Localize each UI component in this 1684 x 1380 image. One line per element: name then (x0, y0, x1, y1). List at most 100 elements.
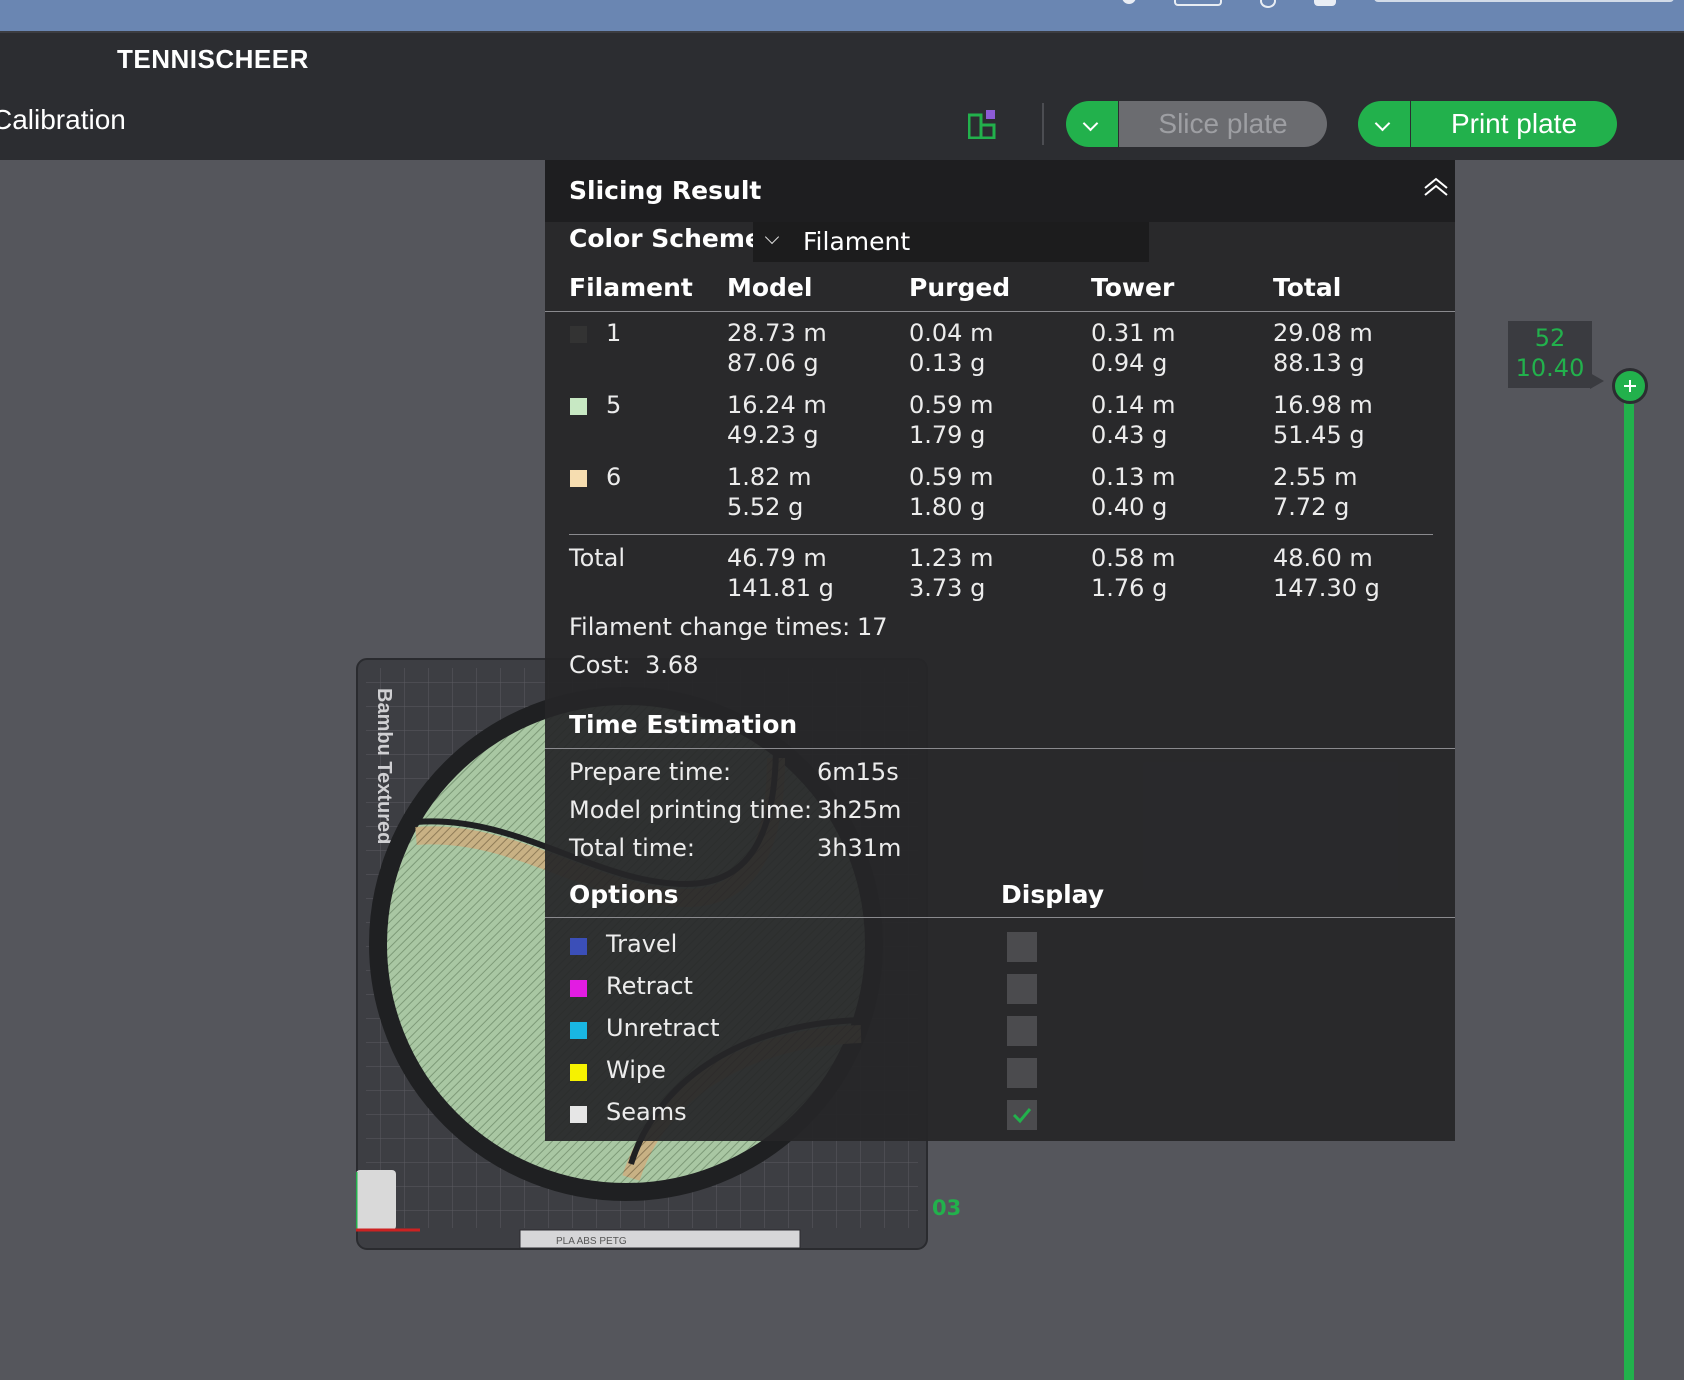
option-color-swatch (570, 980, 587, 997)
search-icon[interactable] (1260, 0, 1276, 8)
total-model-length: 46.79 m (727, 544, 827, 572)
total-row-label: Total (569, 544, 626, 572)
total-total-length: 48.60 m (1273, 544, 1373, 572)
slice-plate-button[interactable]: Slice plate (1119, 101, 1327, 147)
filament-total-weight: 88.13 g (1273, 349, 1365, 377)
filament-purged-length: 0.59 m (909, 463, 994, 491)
chevron-down-icon (764, 229, 780, 245)
filament-tower-length: 0.31 m (1091, 319, 1176, 347)
display-checkbox-wipe[interactable] (1007, 1058, 1037, 1088)
system-menu-bar (0, 0, 1684, 33)
prepare-time-label: Prepare time: (569, 758, 732, 786)
time-divider (545, 748, 1455, 749)
time-estimation-title: Time Estimation (569, 710, 798, 739)
total-model-weight: 141.81 g (727, 574, 834, 602)
wifi-icon[interactable] (1122, 0, 1136, 4)
filament-color-swatch (570, 398, 587, 415)
total-tower-weight: 1.76 g (1091, 574, 1168, 602)
options-title: Options (569, 880, 679, 909)
layer-indicator: 52 10.40 (1508, 321, 1604, 389)
filament-purged-weight: 1.80 g (909, 493, 986, 521)
total-total-weight: 147.30 g (1273, 574, 1380, 602)
filament-id: 6 (606, 463, 622, 491)
display-checkbox-retract[interactable] (1007, 974, 1037, 1004)
slice-dropdown-button[interactable] (1066, 101, 1118, 147)
filament-tower-length: 0.13 m (1091, 463, 1176, 491)
display-checkbox-unretract[interactable] (1007, 1016, 1037, 1046)
filament-id: 5 (606, 391, 622, 419)
clock-text[interactable] (1374, 0, 1674, 2)
filament-total-length: 2.55 m (1273, 463, 1358, 491)
battery-icon[interactable] (1174, 0, 1222, 6)
prepare-time-value: 6m15s (817, 758, 899, 786)
options-divider (545, 917, 1455, 918)
total-purged-weight: 3.73 g (909, 574, 986, 602)
col-header-purged: Purged (909, 273, 1011, 302)
option-color-swatch (570, 1106, 587, 1123)
filament-change-label: Filament change times: (569, 613, 851, 641)
display-title: Display (1001, 880, 1105, 909)
model-time-value: 3h25m (817, 796, 902, 824)
toolbar-divider (1042, 103, 1044, 145)
col-header-tower: Tower (1091, 273, 1175, 302)
filament-model-length: 1.82 m (727, 463, 812, 491)
filament-model-weight: 5.52 g (727, 493, 804, 521)
color-scheme-label: Color Scheme (569, 224, 762, 253)
option-color-swatch (570, 1022, 587, 1039)
option-label-seams: Seams (606, 1098, 687, 1126)
plate-number: 03 (932, 1196, 962, 1220)
project-title: TENNISCHEER (117, 44, 309, 74)
filament-id: 1 (606, 319, 622, 347)
layer-slider-handle[interactable] (1612, 368, 1648, 404)
filament-change-value: 17 (857, 613, 888, 641)
total-purged-length: 1.23 m (909, 544, 994, 572)
print-dropdown-button[interactable] (1358, 101, 1410, 147)
total-divider (569, 534, 1433, 535)
filament-total-length: 16.98 m (1273, 391, 1373, 419)
option-color-swatch (570, 938, 587, 955)
layer-slider-track[interactable] (1624, 388, 1634, 1380)
print-plate-button[interactable]: Print plate (1411, 101, 1617, 147)
filament-tower-weight: 0.43 g (1091, 421, 1168, 449)
cost-value: 3.68 (645, 651, 699, 679)
plate-bottom-label: PLA ABS PETG (556, 1236, 627, 1247)
filament-model-length: 28.73 m (727, 319, 827, 347)
filament-total-weight: 51.45 g (1273, 421, 1365, 449)
filament-purged-length: 0.59 m (909, 391, 994, 419)
col-header-model: Model (727, 273, 813, 302)
filament-model-weight: 49.23 g (727, 421, 819, 449)
option-label-retract: Retract (606, 972, 693, 1000)
display-checkbox-travel[interactable] (1007, 932, 1037, 962)
display-checkbox-seams[interactable] (1007, 1100, 1037, 1130)
option-color-swatch (570, 1064, 587, 1081)
filament-purged-weight: 1.79 g (909, 421, 986, 449)
filament-color-swatch (570, 470, 587, 487)
table-header-divider (545, 311, 1455, 312)
filament-model-length: 16.24 m (727, 391, 827, 419)
tab-calibration[interactable]: Calibration (0, 104, 126, 136)
control-center-icon[interactable] (1314, 0, 1336, 6)
filament-total-length: 29.08 m (1273, 319, 1373, 347)
layout-icon[interactable] (968, 109, 998, 139)
col-header-filament: Filament (569, 273, 693, 302)
option-label-travel: Travel (606, 930, 678, 958)
color-scheme-select[interactable]: Filament (753, 222, 1149, 262)
slicing-result-panel: Slicing Result Color Scheme Filament Fil… (545, 160, 1455, 1141)
cost-label: Cost: (569, 651, 631, 679)
filament-total-weight: 7.72 g (1273, 493, 1350, 521)
checkmark-icon (1012, 1108, 1032, 1124)
layer-number: 52 (1534, 324, 1566, 352)
panel-title: Slicing Result (569, 176, 762, 205)
option-label-unretract: Unretract (606, 1014, 720, 1042)
system-tray (1122, 0, 1684, 8)
col-header-total: Total (1273, 273, 1342, 302)
filament-tower-length: 0.14 m (1091, 391, 1176, 419)
option-label-wipe: Wipe (606, 1056, 666, 1084)
collapse-icon[interactable] (1421, 174, 1451, 204)
filament-purged-weight: 0.13 g (909, 349, 986, 377)
total-time-value: 3h31m (817, 834, 902, 862)
filament-color-swatch (570, 326, 587, 343)
color-scheme-value: Filament (803, 227, 911, 256)
layer-height: 10.40 (1515, 354, 1585, 382)
filament-tower-weight: 0.94 g (1091, 349, 1168, 377)
